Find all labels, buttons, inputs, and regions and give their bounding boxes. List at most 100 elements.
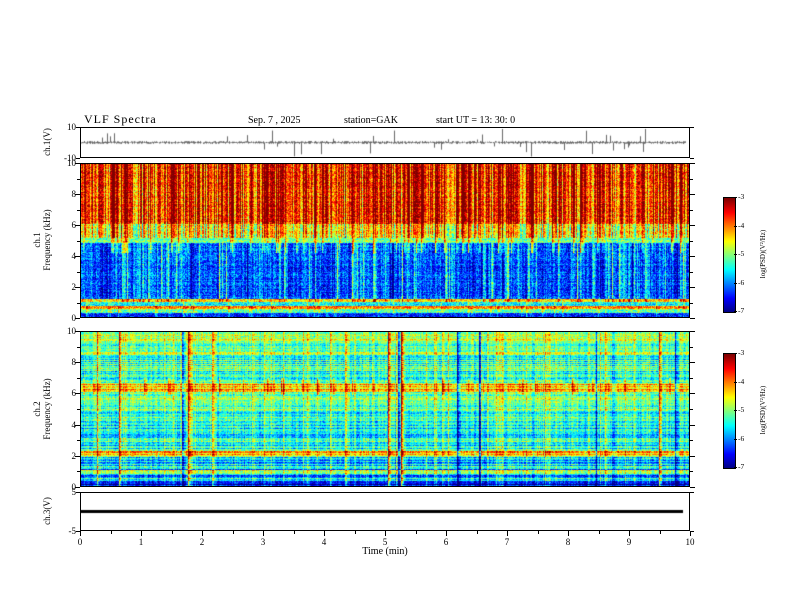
- ch2-spec-ytick: [77, 377, 80, 379]
- colorbar-1-tick-label: -6: [738, 277, 745, 287]
- ch1-spec-ytick-right: [690, 163, 695, 164]
- ch2-spec-ytick-label: 8: [71, 357, 77, 368]
- ch1-wave-ytick-right: [690, 158, 694, 159]
- x-tick-label: 6: [443, 537, 449, 547]
- ch2-spec-ytick-right: [690, 331, 695, 332]
- ch1-wave-ytick: [76, 127, 80, 128]
- ch1-spec-ytick-label: 6: [71, 220, 77, 230]
- ch1-spec-ytick-right: [690, 318, 695, 319]
- colorbar-2-tick-label: -5: [738, 405, 745, 414]
- ch2-spec-ytick: [77, 471, 80, 473]
- x-tick: [537, 531, 539, 534]
- ch1-spec-ytick-right: [690, 287, 695, 288]
- ch2-spec-ytick-label: 6: [71, 388, 77, 399]
- ch2-spec-ytick-right: [690, 455, 695, 457]
- ch1-voltage-axis-label: ch.1(V): [42, 128, 52, 156]
- ch1-waveform-panel: [80, 127, 690, 158]
- ch2-spec-ytick-right: [690, 409, 693, 410]
- colorbar-2-tick: [734, 467, 737, 468]
- x-tick: [507, 531, 508, 536]
- colorbar-1-tick: [734, 282, 737, 284]
- x-tick: [690, 531, 691, 536]
- x-tick: [415, 531, 417, 534]
- colorbar-1-tick: [734, 225, 737, 227]
- ch2-spec-ytick-right: [690, 440, 693, 442]
- ch2-spec-ytick-right: [690, 362, 695, 364]
- ch2-spec-ytick-right: [690, 424, 695, 426]
- x-tick: [324, 531, 325, 536]
- x-tick-label: 1: [138, 537, 144, 547]
- x-tick: [598, 531, 600, 534]
- ch1-spec-ytick-label: 2: [71, 282, 77, 292]
- x-tick-label: 3: [260, 537, 266, 547]
- colorbar-2-label: log(PSD)(V²/Hz): [759, 385, 767, 435]
- x-tick-label: 10: [685, 537, 695, 547]
- ch3-wave-ytick-right: [690, 492, 694, 493]
- colorbar-1-tick-label: -3: [738, 192, 745, 201]
- ch2-axis-channel-line: ch.2: [32, 401, 42, 417]
- colorbar-1-label: log(PSD)(V²/Hz): [759, 229, 767, 279]
- x-tick-label: 7: [504, 537, 510, 547]
- x-tick: [476, 531, 478, 534]
- ch2-spec-ytick-right: [690, 471, 693, 473]
- ch2-spec-ytick: [77, 346, 80, 348]
- colorbar-2-tick: [734, 438, 737, 440]
- x-tick: [141, 531, 142, 536]
- ch1-spec-ytick-label: 4: [71, 251, 77, 261]
- ch2-spec-ytick: [77, 409, 80, 410]
- ch1-spec-ytick-right: [690, 302, 693, 304]
- ch2-spec-ytick-right: [690, 393, 695, 395]
- colorbar-2-tick: [734, 381, 737, 383]
- x-tick: [110, 531, 112, 534]
- ch1-spec-ytick-right: [690, 240, 693, 242]
- ch1-spec-ytick-right: [690, 178, 693, 180]
- ch1-waveform-canvas: [81, 128, 689, 157]
- ch3-waveform-canvas: [81, 493, 689, 530]
- colorbar-2-tick: [734, 353, 737, 354]
- ch1-axis-channel-line: ch.1: [32, 232, 42, 248]
- x-tick: [629, 531, 630, 536]
- ch1-spec-ytick: [77, 240, 80, 242]
- x-tick: [659, 531, 661, 534]
- ch1-wave-ytick-label: 10: [67, 122, 76, 132]
- colorbar-1-tick-label: -4: [738, 220, 745, 230]
- ch1-spec-ytick-right: [690, 225, 695, 226]
- ch1-spec-ytick-label: 0: [71, 313, 77, 323]
- ch1-frequency-axis-label: ch.1 Frequency (kHz): [32, 209, 52, 270]
- ch3-waveform-panel: [80, 492, 690, 531]
- ch1-wave-ytick: [76, 158, 80, 159]
- ch2-spectrogram-canvas: [81, 332, 689, 486]
- colorbar-2-tick-label: -7: [738, 462, 745, 471]
- x-tick: [171, 531, 173, 534]
- colorbar-1: [723, 197, 736, 313]
- vlf-spectra-figure: VLF Spectra Sep. 7 , 2025 station=GAK st…: [0, 0, 792, 612]
- colorbar-1-tick: [734, 311, 737, 312]
- ch2-spec-ytick: [77, 440, 80, 442]
- ch2-spec-ytick-label: 2: [71, 450, 77, 461]
- ch1-spec-ytick-right: [690, 256, 695, 257]
- ch1-axis-frequency-line: Frequency (kHz): [42, 209, 52, 271]
- x-tick: [232, 531, 234, 534]
- colorbar-1-tick: [734, 197, 737, 198]
- x-tick: [80, 531, 81, 536]
- colorbar-2-tick-label: -6: [738, 433, 745, 443]
- ch1-spec-ytick-right: [690, 209, 693, 211]
- date-label: Sep. 7 , 2025: [248, 115, 301, 126]
- ch3-voltage-axis-label: ch.3(V): [42, 497, 52, 525]
- x-tick: [202, 531, 203, 536]
- colorbar-1-tick: [734, 254, 737, 255]
- x-tick: [354, 531, 356, 534]
- x-tick: [446, 531, 447, 536]
- ch2-spectrogram-panel: [80, 331, 690, 487]
- colorbar-2-tick-label: -3: [738, 348, 745, 357]
- ch1-spec-ytick-right: [690, 271, 693, 273]
- x-tick: [263, 531, 264, 536]
- ch1-spec-ytick-label: 8: [71, 189, 77, 199]
- ch1-spectrogram-panel: [80, 163, 690, 318]
- ch1-spec-ytick-right: [690, 194, 695, 195]
- ch2-spec-ytick-right: [690, 377, 693, 379]
- ch2-spec-ytick-label: 4: [71, 419, 77, 430]
- ch2-spec-ytick-right: [690, 346, 693, 348]
- ch2-spec-ytick-label: 10: [67, 326, 76, 336]
- x-tick: [293, 531, 295, 534]
